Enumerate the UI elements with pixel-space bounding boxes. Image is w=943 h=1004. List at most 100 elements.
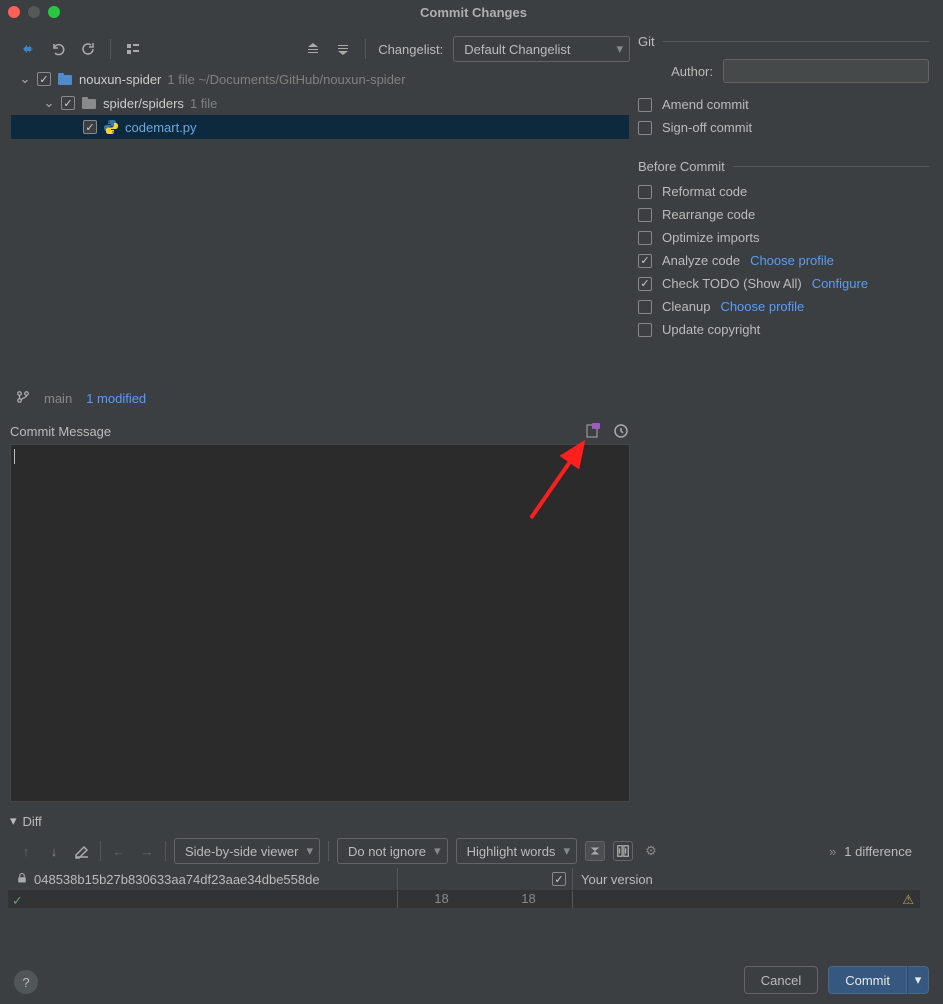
optimize-option[interactable]: Optimize imports — [638, 230, 929, 245]
cleanup-link[interactable]: Choose profile — [720, 299, 804, 314]
line-left: 18 — [398, 891, 485, 908]
checkbox[interactable] — [37, 72, 51, 86]
expand-all-icon[interactable] — [303, 39, 323, 59]
show-diff-icon[interactable] — [18, 39, 38, 59]
commit-dropdown[interactable]: ▾ — [907, 966, 929, 994]
line-right: 18 — [485, 891, 572, 908]
rearrange-option[interactable]: Rearrange code — [638, 207, 929, 222]
changes-tree[interactable]: ⌄ nouxun-spider 1 file ~/Documents/GitHu… — [10, 66, 630, 386]
chevron-down-icon: ▾ — [10, 813, 17, 829]
changelist-combo[interactable]: Default Changelist ▾ — [453, 36, 630, 62]
branch-name: main — [44, 391, 72, 406]
checkbox[interactable] — [638, 121, 652, 135]
next-diff-icon[interactable]: ↓ — [44, 841, 64, 861]
reformat-label: Reformat code — [662, 184, 747, 199]
git-section-label: Git — [638, 34, 655, 49]
checkbox[interactable] — [638, 185, 652, 199]
refresh-icon[interactable] — [78, 39, 98, 59]
cancel-button[interactable]: Cancel — [744, 966, 818, 994]
diff-body: ✓ 18 18 ⚠ — [8, 890, 920, 908]
tree-folder-row[interactable]: ⌄ spider/spiders 1 file — [11, 91, 629, 115]
python-file-icon — [103, 119, 119, 135]
modified-count[interactable]: 1 modified — [86, 391, 146, 406]
commit-message-input[interactable] — [10, 444, 630, 802]
whitespace-combo[interactable]: Do not ignore ▾ — [337, 838, 448, 864]
whitespace-value: Do not ignore — [348, 844, 426, 859]
commit-button[interactable]: Commit — [828, 966, 907, 994]
author-row: Author: — [638, 59, 929, 83]
chevron-down-icon: ▾ — [434, 843, 441, 859]
tree-folder-meta: 1 file — [190, 96, 217, 111]
prev-file-icon[interactable]: ← — [109, 841, 129, 861]
analyze-link[interactable]: Choose profile — [750, 253, 834, 268]
minimize-window-icon[interactable] — [28, 6, 40, 18]
diff-label: Diff — [23, 814, 42, 829]
commit-label: Commit — [845, 973, 890, 988]
todo-option[interactable]: Check TODO (Show All) Configure — [638, 276, 929, 291]
diff-section-header[interactable]: ▾ Diff — [10, 808, 630, 834]
maximize-window-icon[interactable] — [48, 6, 60, 18]
tree-file-row[interactable]: codemart.py — [11, 115, 629, 139]
highlight-combo[interactable]: Highlight words ▾ — [456, 838, 577, 864]
commit-button-group: Commit ▾ — [828, 966, 929, 994]
checkbox[interactable] — [638, 98, 652, 112]
group-by-icon[interactable] — [123, 39, 143, 59]
warning-icon: ⚠ — [902, 892, 914, 908]
chevron-down-icon: ▾ — [306, 843, 313, 859]
viewer-mode-combo[interactable]: Side-by-side viewer ▾ — [174, 838, 320, 864]
checkbox[interactable] — [638, 277, 652, 291]
prev-diff-icon[interactable]: ↑ — [16, 841, 36, 861]
commit-message-header: Commit Message — [10, 422, 630, 440]
checkbox[interactable] — [638, 208, 652, 222]
commit-message-template-icon[interactable] — [584, 422, 602, 440]
diff-left-title: 048538b15b27b830633aa74df23aae34dbe558de — [34, 872, 320, 887]
next-file-icon[interactable]: → — [137, 841, 157, 861]
author-label: Author: — [638, 64, 713, 79]
cancel-label: Cancel — [761, 973, 801, 988]
checkbox[interactable] — [61, 96, 75, 110]
history-icon[interactable] — [612, 422, 630, 440]
copyright-option[interactable]: Update copyright — [638, 322, 929, 337]
checkbox[interactable] — [638, 323, 652, 337]
close-window-icon[interactable] — [8, 6, 20, 18]
signoff-option[interactable]: Sign-off commit — [638, 120, 929, 135]
revert-icon[interactable] — [48, 39, 68, 59]
signoff-label: Sign-off commit — [662, 120, 752, 135]
tree-root-name: nouxun-spider — [79, 72, 161, 87]
checkbox[interactable] — [552, 872, 566, 886]
amend-option[interactable]: Amend commit — [638, 97, 929, 112]
collapse-unchanged-icon[interactable] — [585, 841, 605, 861]
help-button[interactable]: ? — [14, 970, 38, 994]
chevron-down-icon[interactable]: ⌄ — [19, 71, 31, 87]
commit-message-label: Commit Message — [10, 424, 111, 439]
reformat-option[interactable]: Reformat code — [638, 184, 929, 199]
checkbox[interactable] — [83, 120, 97, 134]
git-section-header: Git — [638, 34, 929, 49]
chevron-down-icon: ▾ — [616, 41, 623, 57]
highlight-value: Highlight words — [467, 844, 556, 859]
jump-to-source-icon[interactable] — [72, 841, 92, 861]
analyze-label: Analyze code — [662, 253, 740, 268]
checkbox[interactable] — [638, 231, 652, 245]
todo-link[interactable]: Configure — [812, 276, 868, 291]
cleanup-option[interactable]: Cleanup Choose profile — [638, 299, 929, 314]
tree-folder-name: spider/spiders — [103, 96, 184, 111]
cleanup-label: Cleanup — [662, 299, 710, 314]
author-input[interactable] — [723, 59, 929, 83]
commit-toolbar: Changelist: Default Changelist ▾ — [10, 32, 630, 66]
copyright-label: Update copyright — [662, 322, 760, 337]
checkbox[interactable] — [638, 300, 652, 314]
window-controls — [8, 6, 60, 18]
folder-icon — [81, 95, 97, 111]
before-section-header: Before Commit — [638, 159, 929, 174]
checkbox[interactable] — [638, 254, 652, 268]
chevron-down-icon[interactable]: ⌄ — [43, 95, 55, 111]
tree-statusbar: main 1 modified — [10, 386, 630, 410]
changelist-label: Changelist: — [378, 42, 443, 57]
amend-label: Amend commit — [662, 97, 749, 112]
tree-file-name: codemart.py — [125, 120, 197, 135]
analyze-option[interactable]: Analyze code Choose profile — [638, 253, 929, 268]
tree-root-row[interactable]: ⌄ nouxun-spider 1 file ~/Documents/GitHu… — [11, 67, 629, 91]
collapse-all-icon[interactable] — [333, 39, 353, 59]
dialog-buttons: ? Cancel Commit ▾ — [0, 944, 943, 1004]
